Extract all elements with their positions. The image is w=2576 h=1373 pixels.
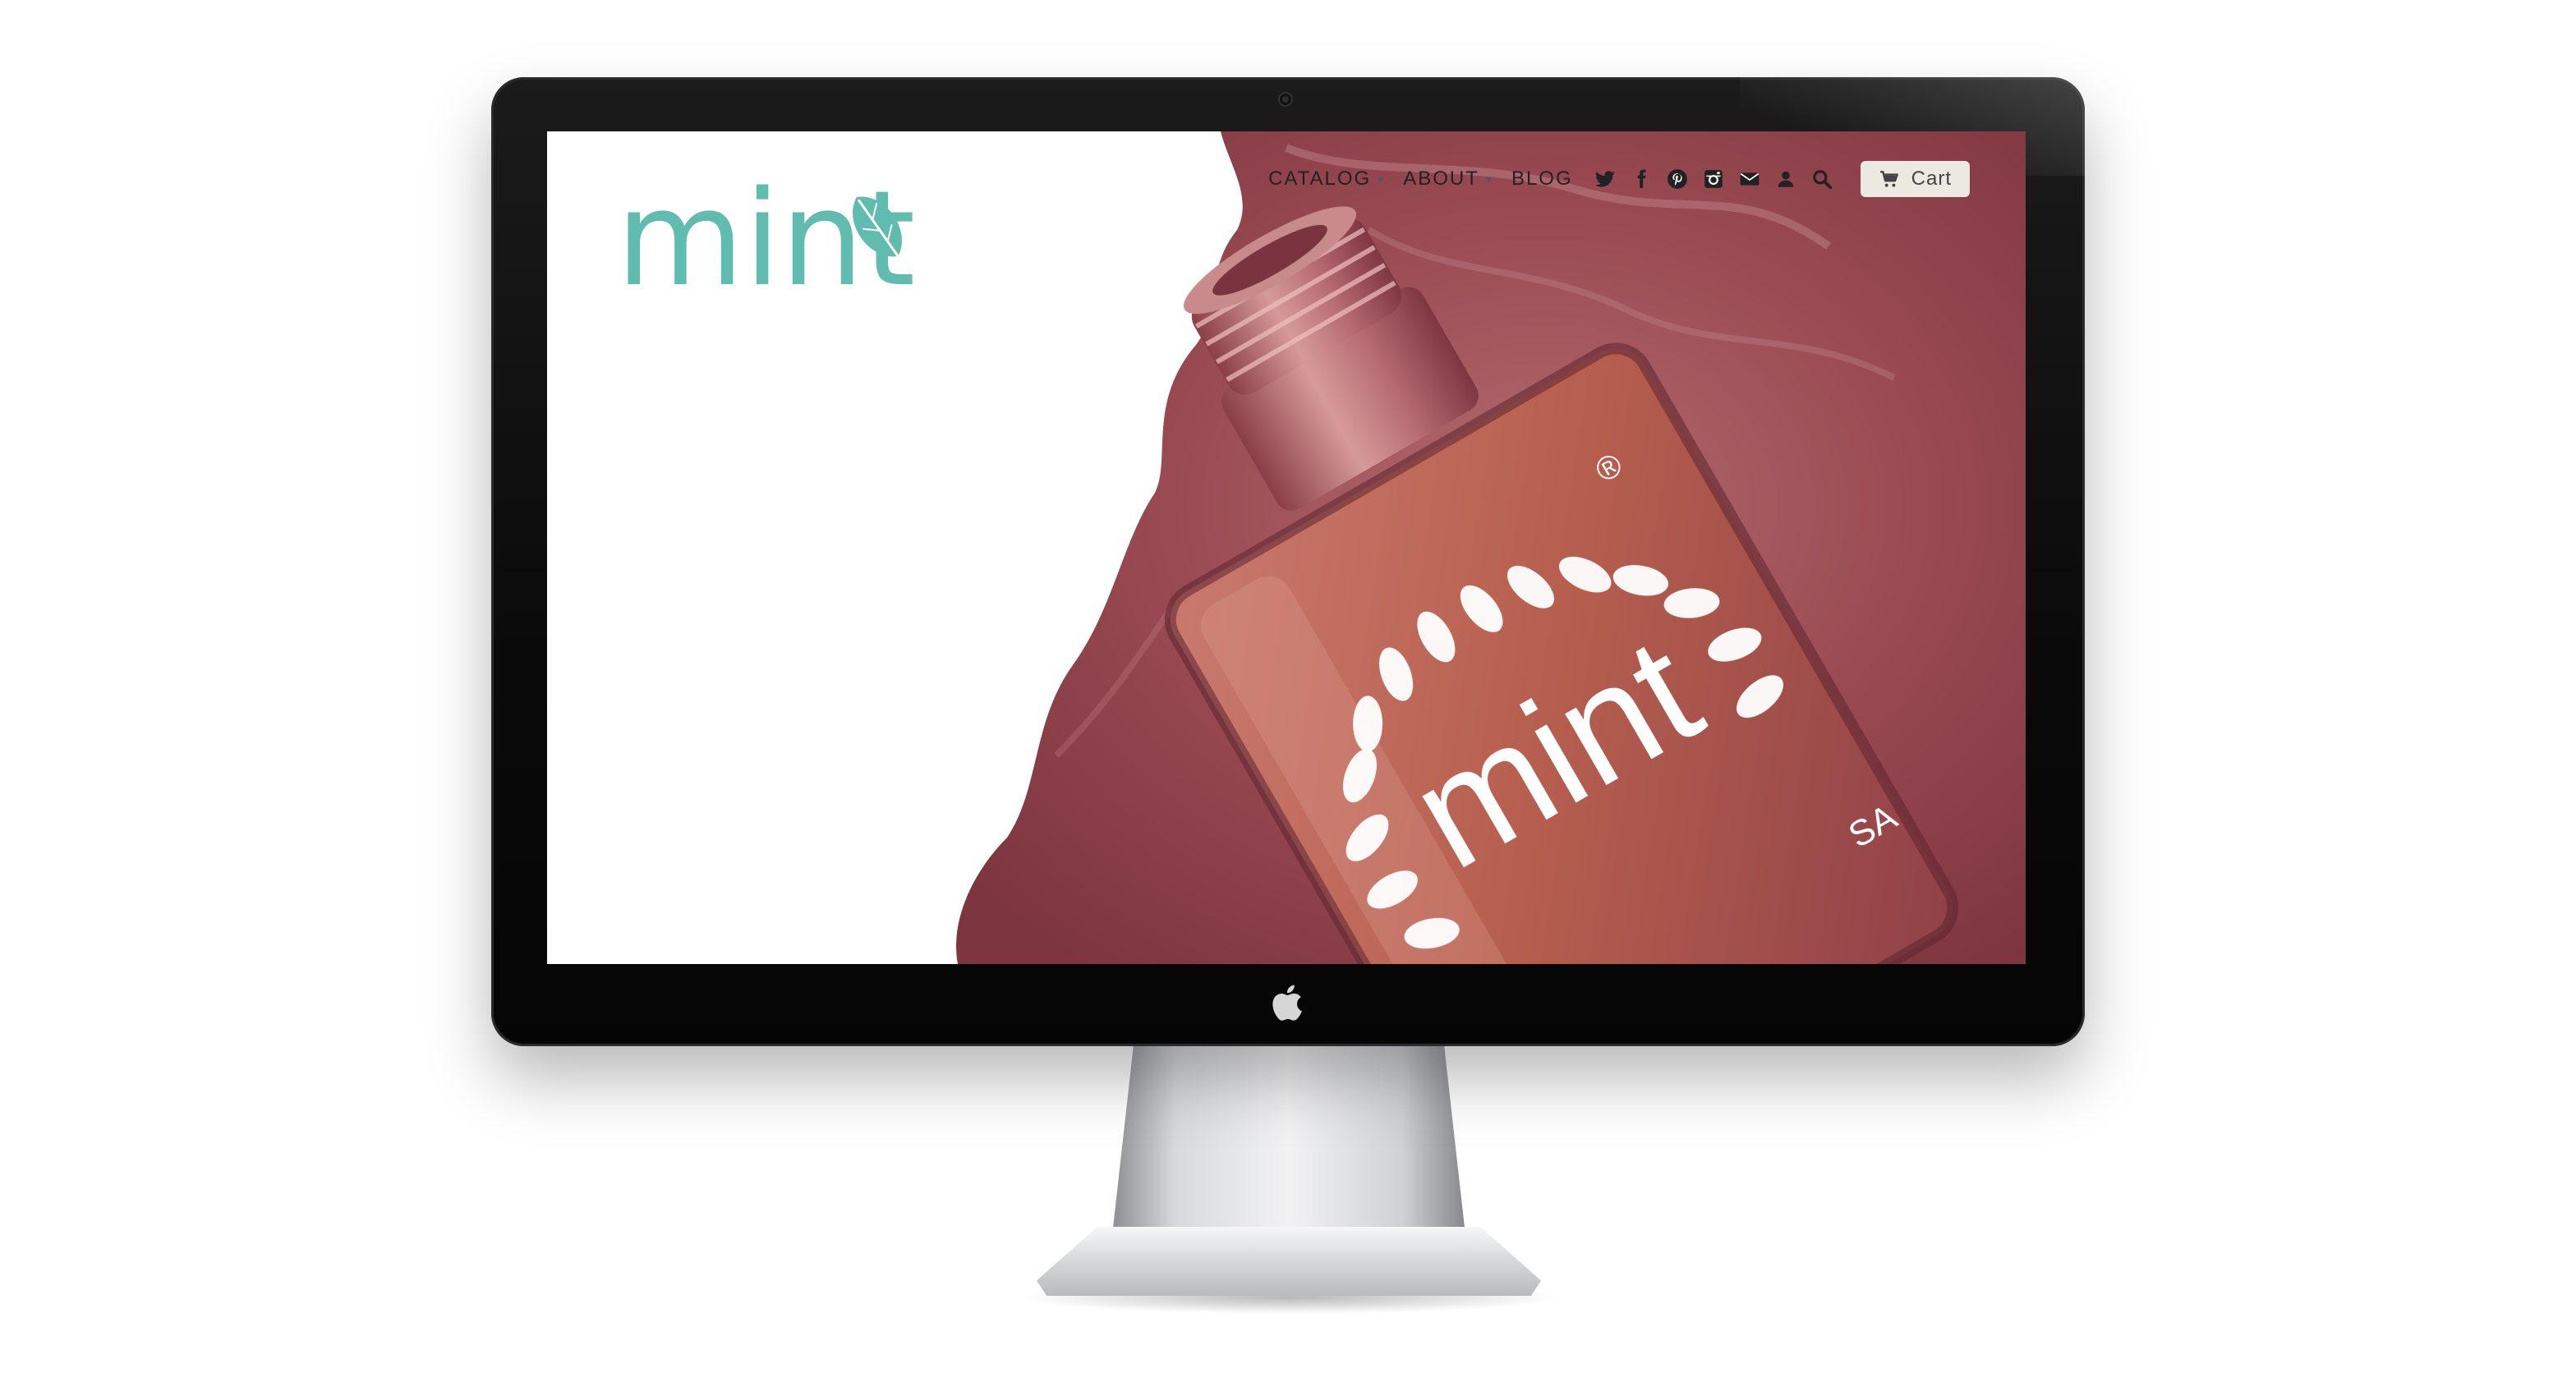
- facebook-icon[interactable]: [1631, 168, 1652, 190]
- nav-about[interactable]: ABOUT ▾: [1403, 168, 1493, 191]
- cart-button[interactable]: Cart: [1860, 161, 1970, 197]
- apple-icon: [1272, 985, 1302, 1021]
- nav-blog[interactable]: BLOG: [1511, 168, 1573, 191]
- monitor-stand-base: [1037, 1227, 1541, 1296]
- twitter-icon[interactable]: [1594, 168, 1616, 190]
- cart-icon: [1879, 171, 1898, 187]
- nav-blog-label: BLOG: [1511, 168, 1573, 190]
- chevron-down-icon: ▾: [1378, 172, 1386, 186]
- mockup-stage: mint ® SA mint CATALOG ▾ ABOUT ▾ BLOG Ca…: [0, 0, 2576, 1373]
- monitor-bezel: mint ® SA mint CATALOG ▾ ABOUT ▾ BLOG Ca…: [491, 77, 2085, 1046]
- instagram-icon[interactable]: [1703, 168, 1724, 190]
- mail-icon[interactable]: [1739, 168, 1760, 190]
- nav-catalog[interactable]: CATALOG ▾: [1268, 168, 1385, 191]
- social-links: [1594, 168, 1833, 190]
- monitor-stand-neck: [1112, 1046, 1465, 1235]
- main-nav: CATALOG ▾ ABOUT ▾ BLOG Cart: [1268, 159, 1970, 199]
- camera-icon: [1280, 94, 1291, 105]
- pinterest-icon[interactable]: [1667, 168, 1688, 190]
- chevron-down-icon: ▾: [1485, 172, 1493, 186]
- nav-about-label: ABOUT: [1403, 168, 1479, 190]
- cart-label: Cart: [1911, 168, 1952, 190]
- search-icon[interactable]: [1811, 168, 1833, 190]
- mint-logo[interactable]: mint: [616, 177, 928, 301]
- nav-catalog-label: CATALOG: [1268, 168, 1372, 190]
- website-screen: mint ® SA mint CATALOG ▾ ABOUT ▾ BLOG Ca…: [547, 131, 2026, 964]
- user-icon[interactable]: [1775, 168, 1796, 190]
